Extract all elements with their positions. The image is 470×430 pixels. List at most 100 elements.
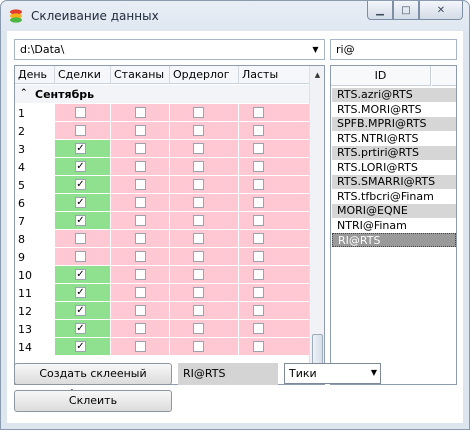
checkbox[interactable]	[193, 161, 204, 172]
orderlog-cell[interactable]	[170, 338, 239, 356]
table-row[interactable]: 5 ✓	[15, 176, 311, 194]
table-row[interactable]: 3 ✓	[15, 140, 311, 158]
filter-input[interactable]: ri@	[330, 39, 457, 60]
lasts-cell[interactable]	[239, 320, 311, 338]
chevron-up-icon[interactable]: ⌃	[20, 88, 28, 98]
checkbox[interactable]: ✓	[75, 161, 86, 172]
scroll-thumb[interactable]	[312, 334, 323, 366]
table-row[interactable]: 4 ✓	[15, 158, 311, 176]
checkbox[interactable]: ✓	[75, 287, 86, 298]
list-item[interactable]: RTS.azri@RTS	[332, 88, 456, 102]
deals-cell[interactable]: ✓	[55, 266, 111, 284]
checkbox[interactable]: ✓	[75, 269, 86, 280]
grid-scrollbar[interactable]: ▲ ▼	[309, 66, 324, 384]
checkbox[interactable]	[135, 251, 146, 262]
checkbox[interactable]: ✓	[75, 341, 86, 352]
checkbox[interactable]: ✓	[75, 179, 86, 190]
close-button[interactable]: ✕	[419, 1, 463, 20]
deals-cell[interactable]: ✓	[55, 338, 111, 356]
orderlog-cell[interactable]	[170, 302, 239, 320]
table-row[interactable]: 14 ✓	[15, 338, 311, 356]
list-item[interactable]: RTS.MORI@RTS	[332, 103, 456, 117]
checkbox[interactable]	[135, 161, 146, 172]
title-bar[interactable]: Склеивание данных ▁ □ ✕	[1, 1, 469, 31]
books-cell[interactable]	[111, 158, 170, 176]
deals-cell[interactable]: ✓	[55, 302, 111, 320]
checkbox[interactable]	[135, 305, 146, 316]
list-item[interactable]: SPFB.MPRI@RTS	[332, 117, 456, 131]
deals-cell[interactable]: ✓	[55, 158, 111, 176]
books-cell[interactable]	[111, 320, 170, 338]
books-cell[interactable]	[111, 212, 170, 230]
table-row[interactable]: 10 ✓	[15, 266, 311, 284]
orderlog-cell[interactable]	[170, 266, 239, 284]
checkbox[interactable]	[253, 215, 264, 226]
deals-cell[interactable]	[55, 230, 111, 248]
checkbox[interactable]	[193, 179, 204, 190]
lasts-cell[interactable]	[239, 104, 311, 122]
checkbox[interactable]	[135, 179, 146, 190]
checkbox[interactable]	[135, 287, 146, 298]
checkbox[interactable]: ✓	[75, 143, 86, 154]
list-item[interactable]: RTS.SMARRI@RTS	[332, 175, 456, 189]
lasts-cell[interactable]	[239, 212, 311, 230]
books-cell[interactable]	[111, 302, 170, 320]
deals-cell[interactable]	[55, 104, 111, 122]
table-row[interactable]: 7 ✓	[15, 212, 311, 230]
lasts-cell[interactable]	[239, 140, 311, 158]
deals-cell[interactable]: ✓	[55, 176, 111, 194]
orderlog-cell[interactable]	[170, 230, 239, 248]
lasts-cell[interactable]	[239, 194, 311, 212]
checkbox[interactable]: ✓	[75, 197, 86, 208]
lasts-cell[interactable]	[239, 266, 311, 284]
checkbox[interactable]: ✓	[75, 215, 86, 226]
deals-cell[interactable]	[55, 122, 111, 140]
checkbox[interactable]	[193, 305, 204, 316]
table-row[interactable]: 8	[15, 230, 311, 248]
create-future-button[interactable]: Создать склееный фьючерс	[14, 363, 172, 400]
table-row[interactable]: 9	[15, 248, 311, 266]
list-item[interactable]: MORI@EQNE	[332, 204, 456, 218]
checkbox[interactable]	[193, 197, 204, 208]
books-cell[interactable]	[111, 140, 170, 158]
books-cell[interactable]	[111, 230, 170, 248]
checkbox[interactable]	[253, 323, 264, 334]
checkbox[interactable]	[75, 107, 86, 118]
list-item[interactable]: NTRI@Finam	[332, 219, 456, 233]
checkbox[interactable]	[135, 341, 146, 352]
checkbox[interactable]	[193, 323, 204, 334]
orderlog-cell[interactable]	[170, 248, 239, 266]
minimize-button[interactable]: ▁	[367, 1, 393, 20]
orderlog-cell[interactable]	[170, 284, 239, 302]
list-item[interactable]: RTS.tfbcri@Finam	[332, 190, 456, 204]
checkbox[interactable]	[135, 143, 146, 154]
checkbox[interactable]: ✓	[75, 305, 86, 316]
checkbox[interactable]	[253, 143, 264, 154]
days-grid[interactable]: День Сделки Стаканы Ордерлог Ласты ⌃ Сен…	[14, 65, 325, 385]
checkbox[interactable]	[193, 125, 204, 136]
checkbox[interactable]	[135, 269, 146, 280]
checkbox[interactable]	[135, 197, 146, 208]
checkbox[interactable]	[135, 233, 146, 244]
books-cell[interactable]	[111, 194, 170, 212]
checkbox[interactable]	[253, 305, 264, 316]
checkbox[interactable]	[193, 251, 204, 262]
list-item[interactable]: RTS.NTRI@RTS	[332, 132, 456, 146]
column-header-lasts[interactable]: Ласты	[239, 66, 311, 84]
checkbox[interactable]	[253, 233, 264, 244]
column-header-orderlog[interactable]: Ордерлог	[170, 66, 239, 84]
lasts-cell[interactable]	[239, 248, 311, 266]
checkbox[interactable]	[193, 287, 204, 298]
orderlog-cell[interactable]	[170, 176, 239, 194]
chevron-down-icon[interactable]: ▼	[371, 368, 377, 377]
orderlog-cell[interactable]	[170, 320, 239, 338]
table-row[interactable]: 1	[15, 104, 311, 122]
column-header-books[interactable]: Стаканы	[111, 66, 170, 84]
orderlog-cell[interactable]	[170, 194, 239, 212]
checkbox[interactable]	[253, 161, 264, 172]
checkbox[interactable]	[253, 179, 264, 190]
lasts-cell[interactable]	[239, 230, 311, 248]
checkbox[interactable]	[75, 125, 86, 136]
list-item[interactable]: RI@RTS	[332, 233, 456, 247]
lasts-cell[interactable]	[239, 284, 311, 302]
